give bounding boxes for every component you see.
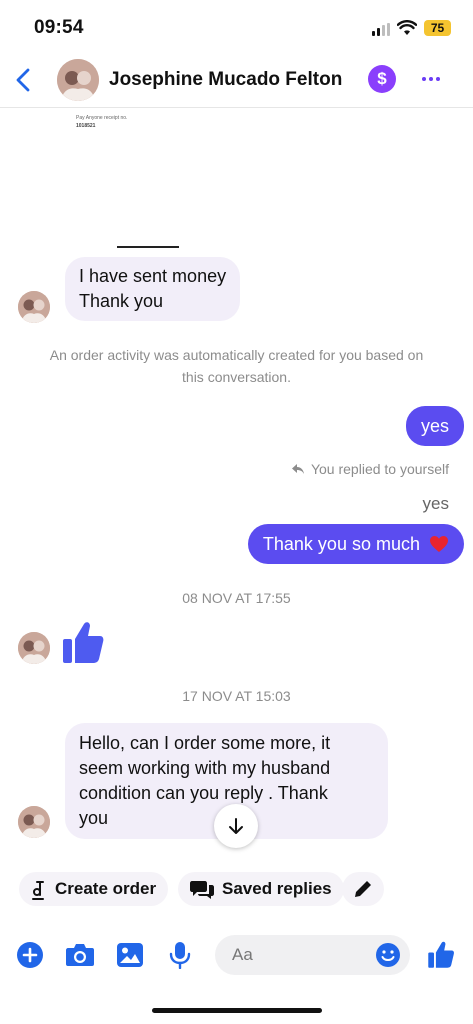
more-actions-button[interactable]	[15, 940, 45, 970]
timestamp: 08 NOV AT 17:55	[182, 590, 291, 606]
reply-note: You replied to yourself	[291, 461, 449, 477]
thumbs-up-icon[interactable]	[62, 621, 104, 665]
image-icon	[117, 943, 143, 967]
more-icon-dot	[422, 77, 426, 81]
message-text: Thank you so much	[262, 534, 420, 554]
home-indicator	[152, 1008, 322, 1013]
scroll-to-bottom-button[interactable]	[214, 804, 258, 848]
more-icon-dot	[436, 77, 440, 81]
signal-icon	[372, 23, 390, 36]
camera-icon	[66, 944, 94, 966]
message-text: Hello, can I order some more, it	[79, 733, 331, 753]
camera-button[interactable]	[65, 940, 95, 970]
red-heart-icon	[430, 536, 448, 552]
thumbs-up-icon	[428, 941, 454, 968]
notice-line: An order activity was automatically crea…	[49, 347, 424, 363]
message-text: seem working with my husband	[79, 758, 331, 778]
gallery-button[interactable]	[115, 940, 145, 970]
message-input-placeholder: Aa	[232, 945, 253, 964]
receipt-label: Pay Anyone receipt no.	[76, 115, 128, 121]
message-bubble-incoming[interactable]: I have sent money Thank you	[65, 257, 241, 321]
chat-bubbles-icon	[190, 881, 214, 899]
order-icon	[32, 881, 44, 900]
chat-header: Josephine Mucado Felton $	[0, 52, 473, 108]
saved-replies-button[interactable]: Saved replies	[178, 872, 344, 906]
status-bar: 09:54 75	[0, 0, 473, 52]
quoted-message[interactable]: yes	[423, 494, 449, 514]
timestamp: 17 NOV AT 15:03	[182, 688, 291, 704]
contact-avatar[interactable]	[57, 59, 99, 101]
message-bubble-outgoing[interactable]: yes	[405, 406, 464, 446]
pay-button[interactable]: $	[368, 65, 396, 93]
contact-name[interactable]: Josephine Mucado Felton	[109, 69, 342, 91]
dollar-icon: $	[377, 69, 387, 88]
message-input[interactable]: Aa	[215, 935, 410, 975]
avatar-photo	[18, 632, 50, 664]
saved-replies-label: Saved replies	[222, 879, 332, 898]
avatar-photo	[57, 59, 99, 101]
message-text: condition can you reply . Thank	[79, 783, 328, 803]
send-like-button[interactable]	[426, 940, 456, 970]
arrow-down-icon	[229, 818, 243, 834]
back-button[interactable]	[10, 64, 36, 96]
sender-avatar[interactable]	[18, 291, 50, 323]
avatar-photo	[18, 291, 50, 323]
voice-clip-button[interactable]	[165, 940, 195, 970]
more-button[interactable]	[418, 69, 444, 89]
message-text: I have sent money	[79, 266, 227, 286]
status-time: 09:54	[34, 17, 84, 38]
order-activity-notice: An order activity was automatically crea…	[10, 344, 463, 388]
microphone-icon	[169, 942, 191, 969]
pencil-icon	[355, 881, 371, 897]
message-bubble-outgoing[interactable]: Thank you so much	[247, 524, 464, 564]
receipt-divider	[117, 246, 179, 248]
sender-avatar[interactable]	[18, 632, 50, 664]
create-order-label: Create order	[55, 879, 157, 898]
create-order-button[interactable]: Create order	[19, 872, 169, 906]
sender-avatar[interactable]	[18, 806, 50, 838]
avatar-photo	[18, 806, 50, 838]
message-text: Thank you	[79, 291, 164, 311]
wifi-icon	[397, 20, 417, 35]
emoji-icon[interactable]	[375, 942, 401, 968]
battery-indicator: 75	[424, 20, 451, 36]
back-chevron-icon	[16, 68, 30, 92]
reply-arrow-icon	[291, 464, 304, 474]
receipt-number: 1018521	[76, 123, 96, 129]
notice-line: this conversation.	[182, 369, 291, 385]
plus-icon	[17, 942, 43, 968]
reply-note-text: You replied to yourself	[310, 461, 449, 477]
more-icon-dot	[429, 77, 433, 81]
edit-shortcuts-button[interactable]	[342, 872, 384, 906]
